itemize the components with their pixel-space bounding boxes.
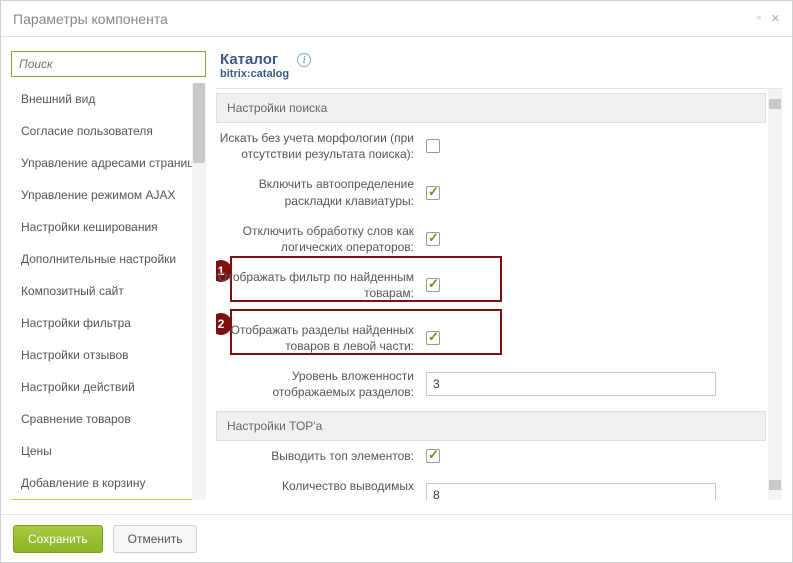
sidebar-list-container: Внешний вид Согласие пользователя Управл… [11,83,206,500]
show-filter-checkbox[interactable] [426,278,440,292]
dialog-header: Параметры компонента ▫ ✕ [1,1,792,37]
close-icon[interactable]: ✕ [771,12,780,25]
settings-scroll[interactable]: Настройки поиска Искать без учета морфол… [216,89,782,500]
field-morphology: Искать без учета морфологии (при отсутст… [216,123,766,169]
field-show-top: Выводить топ элементов: [216,441,766,471]
component-name: bitrix:catalog [220,68,289,80]
sidebar-item-additional[interactable]: Дополнительные настройки [11,243,206,275]
sidebar-item-composite[interactable]: Композитный сайт [11,275,206,307]
scrollbar-down-icon[interactable] [769,480,781,490]
field-label: Уровень вложенности отображаемых раздело… [216,368,426,400]
dialog-body: Внешний вид Согласие пользователя Управл… [1,37,792,514]
settings-viewport: Настройки поиска Искать без учета морфол… [216,88,782,500]
sidebar: Внешний вид Согласие пользователя Управл… [11,51,206,500]
dialog-footer: Сохранить Отменить [1,514,792,562]
depth-input[interactable] [426,372,716,396]
scrollbar-up-icon[interactable] [769,99,781,109]
sidebar-item-appearance[interactable]: Внешний вид [11,83,206,115]
sidebar-item-urls[interactable]: Управление адресами страниц [11,147,206,179]
maximize-icon[interactable]: ▫ [757,12,761,25]
section-search-settings: Настройки поиска [216,93,766,123]
logic-ops-checkbox[interactable] [426,232,440,246]
main-panel: Каталог bitrix:catalog i Настройки поиск… [216,51,782,500]
sidebar-item-filter[interactable]: Настройки фильтра [11,307,206,339]
sidebar-scrollbar[interactable] [192,83,206,500]
search-input[interactable] [11,51,206,77]
sidebar-list[interactable]: Внешний вид Согласие пользователя Управл… [11,83,206,500]
sidebar-item-prices[interactable]: Цены [11,435,206,467]
component-params-dialog: Параметры компонента ▫ ✕ Внешний вид Сог… [0,0,793,563]
autodetect-checkbox[interactable] [426,186,440,200]
field-autodetect: Включить автоопределение раскладки клави… [216,169,766,215]
window-controls: ▫ ✕ [757,12,780,25]
field-show-sections: Отображать разделы найденных товаров в л… [216,315,766,361]
sidebar-item-reviews[interactable]: Настройки отзывов [11,339,206,371]
field-label: Отображать фильтр по найденным товарам: [216,269,426,301]
component-title: Каталог [220,51,289,68]
field-label: Искать без учета морфологии (при отсутст… [216,130,426,162]
save-button[interactable]: Сохранить [13,525,103,553]
sidebar-scrollbar-thumb[interactable] [193,83,205,163]
field-label: Отображать разделы найденных товаров в л… [216,322,426,354]
sidebar-item-cache[interactable]: Настройки кеширования [11,211,206,243]
component-header: Каталог bitrix:catalog i [216,51,782,88]
sidebar-item-ajax[interactable]: Управление режимом AJAX [11,179,206,211]
morphology-checkbox[interactable] [426,139,440,153]
sidebar-item-compare[interactable]: Сравнение товаров [11,403,206,435]
field-logic-ops: Отключить обработку слов как логических … [216,216,766,262]
sidebar-item-add2basket[interactable]: Добавление в корзину [11,467,206,499]
sidebar-item-consent[interactable]: Согласие пользователя [11,115,206,147]
field-top-count: Количество выводимых элементов: [216,471,766,500]
cancel-button[interactable]: Отменить [113,525,198,553]
sidebar-item-search-settings[interactable]: Настройки поиска [11,499,198,500]
top-count-input[interactable] [426,483,716,500]
show-sections-checkbox[interactable] [426,331,440,345]
main-scrollbar[interactable] [768,89,782,500]
section-top-settings: Настройки ТОР'а [216,411,766,441]
info-icon[interactable]: i [297,53,311,67]
sidebar-item-actions[interactable]: Настройки действий [11,371,206,403]
field-label: Выводить топ элементов: [216,448,426,464]
field-label: Отключить обработку слов как логических … [216,223,426,255]
field-label: Количество выводимых элементов: [216,478,426,500]
dialog-title: Параметры компонента [13,11,757,27]
field-label: Включить автоопределение раскладки клави… [216,176,426,208]
field-show-filter: Отображать фильтр по найденным товарам: [216,262,766,308]
show-top-checkbox[interactable] [426,449,440,463]
field-depth: Уровень вложенности отображаемых раздело… [216,361,766,407]
